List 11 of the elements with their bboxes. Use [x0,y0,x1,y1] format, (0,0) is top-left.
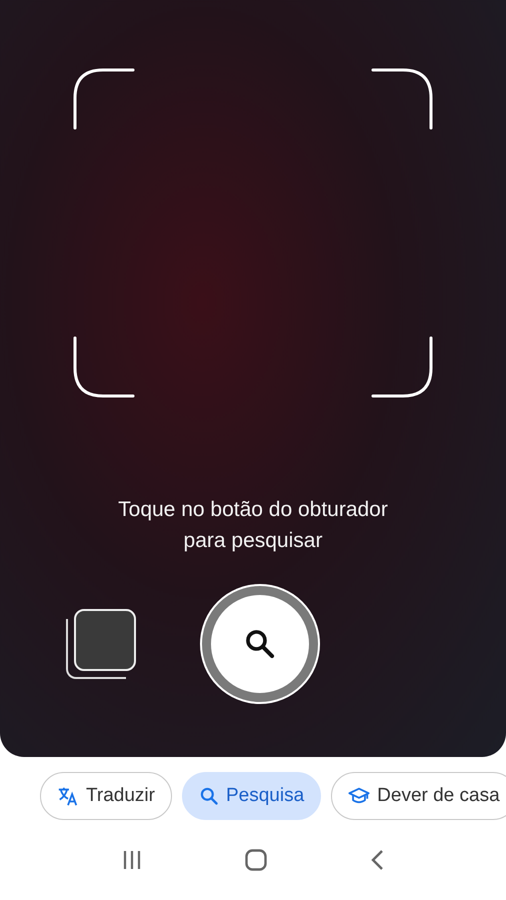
search-icon [198,786,219,806]
translate-icon [57,785,79,807]
gallery-thumbnail[interactable] [66,609,136,679]
search-icon [243,627,277,661]
mode-chip[interactable]: Pesquisa [182,772,322,820]
back-icon[interactable] [370,849,384,871]
mode-chip[interactable]: Dever de casa [331,772,506,820]
hint-text: Toque no botão do obturador para pesquisar [118,497,388,554]
mode-chip[interactable]: Traduzir [40,772,172,820]
home-icon[interactable] [244,849,267,871]
recent-apps-icon[interactable] [122,850,142,870]
